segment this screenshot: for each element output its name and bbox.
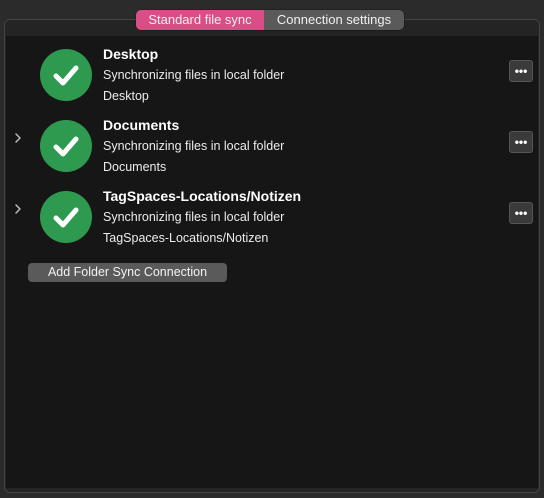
connection-status-text: Synchronizing files in local folder — [103, 68, 285, 82]
connection-title: Documents — [103, 117, 180, 133]
chevron-right-icon[interactable] — [13, 132, 23, 144]
connection-folder-path: Desktop — [103, 89, 149, 103]
tab-connection-settings[interactable]: Connection settings — [264, 10, 404, 30]
add-folder-sync-connection-button[interactable]: Add Folder Sync Connection — [28, 263, 227, 282]
sync-connection-list: Desktop Synchronizing files in local fol… — [6, 36, 538, 488]
sync-ok-status-icon — [40, 49, 92, 101]
connection-folder-path: TagSpaces-Locations/Notizen — [103, 231, 269, 245]
chevron-right-icon[interactable] — [13, 203, 23, 215]
checkmark-icon — [53, 207, 79, 228]
sync-ok-status-icon — [40, 120, 92, 172]
connection-row-documents[interactable]: Documents Synchronizing files in local f… — [6, 107, 538, 174]
sync-mode-tabs: Standard file sync Connection settings — [136, 10, 404, 30]
connection-title: Desktop — [103, 46, 159, 62]
tab-standard-file-sync[interactable]: Standard file sync — [136, 10, 264, 30]
more-options-button[interactable]: ••• — [509, 131, 533, 153]
connection-folder-path: Documents — [103, 160, 167, 174]
connection-row-desktop[interactable]: Desktop Synchronizing files in local fol… — [6, 36, 538, 103]
sync-ok-status-icon — [40, 191, 92, 243]
checkmark-icon — [53, 136, 79, 157]
connection-title: TagSpaces-Locations/Notizen — [103, 188, 302, 204]
checkmark-icon — [53, 65, 79, 86]
connection-status-text: Synchronizing files in local folder — [103, 139, 285, 153]
more-options-button[interactable]: ••• — [509, 202, 533, 224]
more-options-button[interactable]: ••• — [509, 60, 533, 82]
connection-status-text: Synchronizing files in local folder — [103, 210, 285, 224]
connection-row-tagspaces-notizen[interactable]: TagSpaces-Locations/Notizen Synchronizin… — [6, 178, 538, 245]
